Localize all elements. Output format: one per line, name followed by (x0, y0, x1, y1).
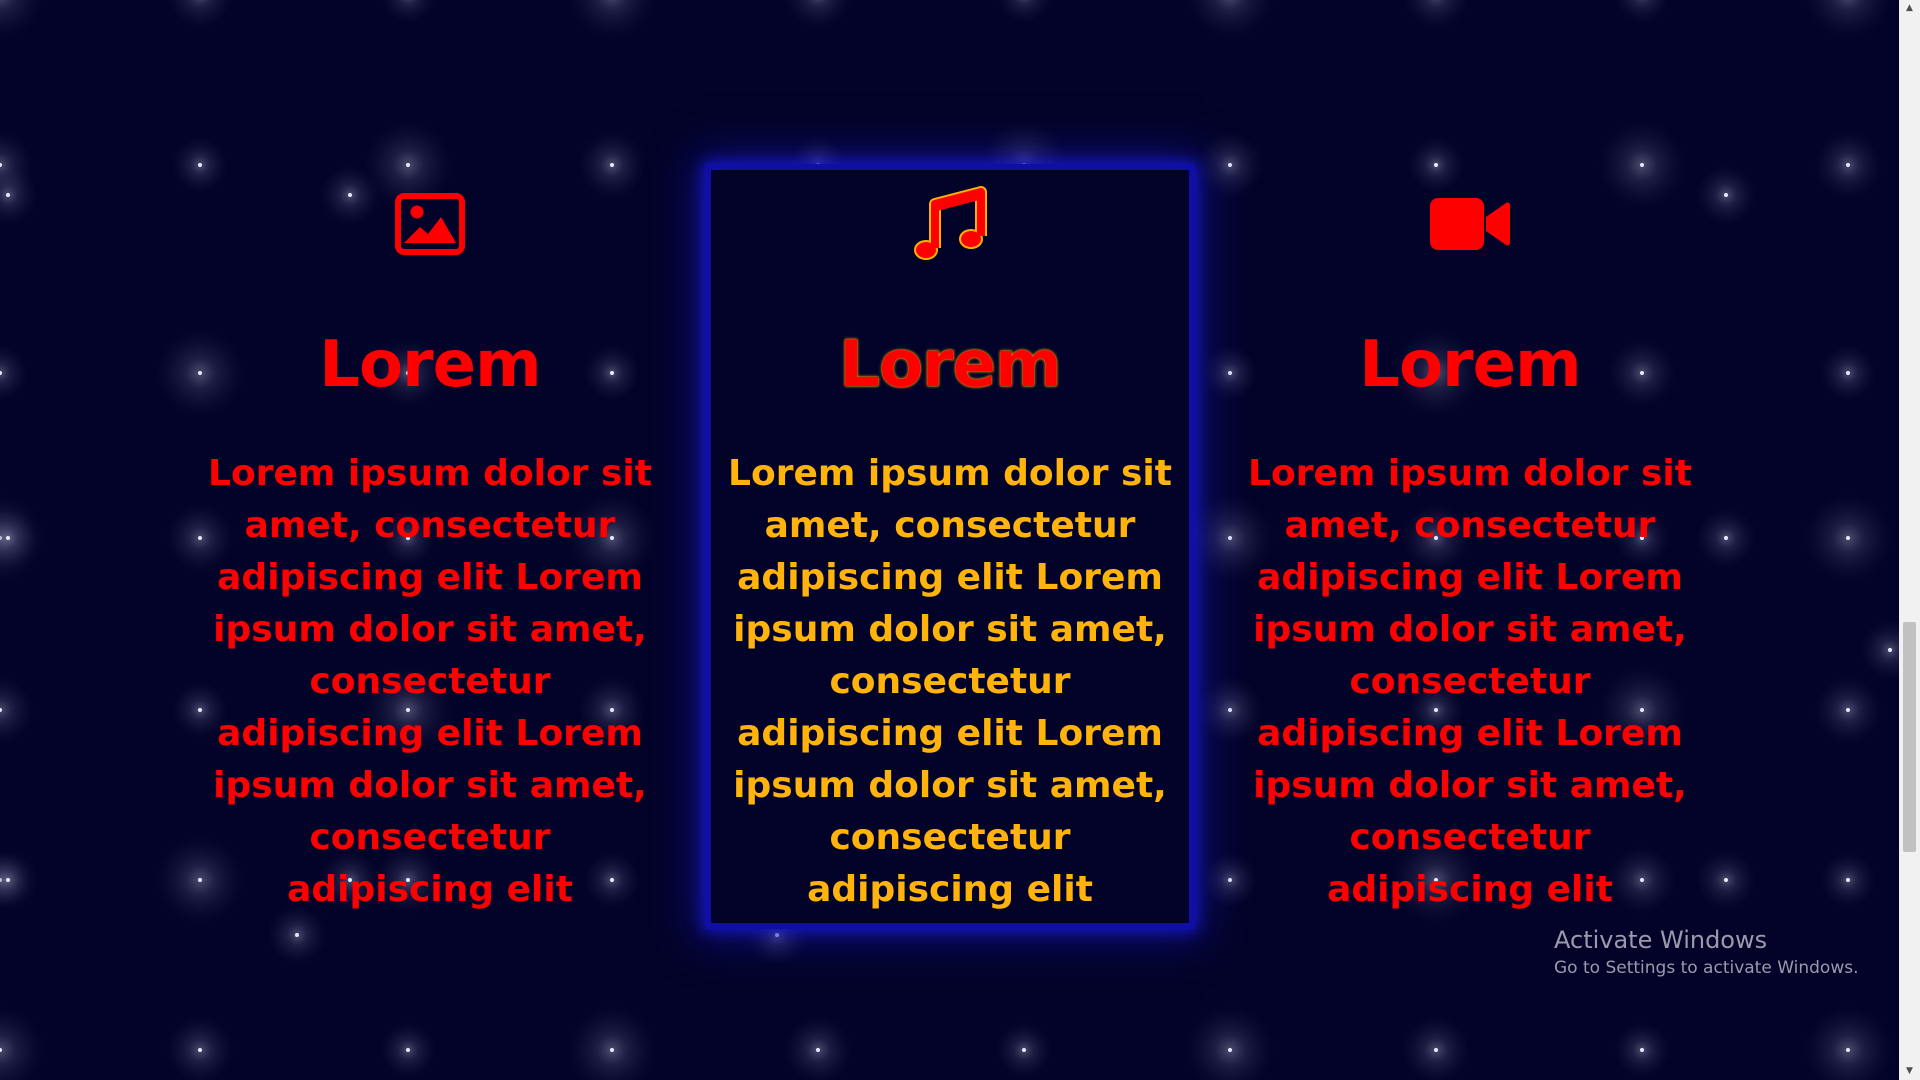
star (1846, 371, 1850, 375)
star (6, 536, 10, 540)
star-glow (1804, 1006, 1892, 1080)
star-glow (166, 0, 234, 29)
star-glow (568, 1006, 656, 1080)
star (6, 878, 10, 882)
star (775, 933, 779, 937)
star (1888, 648, 1892, 652)
feature-card-music[interactable]: Lorem Lorem ipsum dolor sit amet, consec… (705, 164, 1195, 929)
star (406, 1048, 410, 1052)
video-camera-icon (1428, 184, 1512, 264)
star (816, 163, 820, 167)
vertical-scrollbar[interactable]: ▲ ▼ (1899, 0, 1920, 1080)
star-glow (1614, 0, 1670, 23)
star (1640, 163, 1644, 167)
star (1724, 536, 1728, 540)
watermark-subtitle: Go to Settings to activate Windows. (1554, 958, 1859, 978)
star (1022, 163, 1026, 167)
star (406, 163, 410, 167)
feature-card-image[interactable]: Lorem Lorem ipsum dolor sit amet, consec… (191, 170, 669, 923)
star-glow (996, 0, 1052, 23)
card-description: Lorem ipsum dolor sit amet, consectetur … (1248, 453, 1692, 910)
star (610, 163, 614, 167)
star (1640, 1048, 1644, 1052)
scrollbar-thumb[interactable] (1903, 622, 1916, 852)
star (1846, 1048, 1850, 1052)
star (1022, 1048, 1026, 1052)
star (1846, 878, 1850, 882)
feature-card-video[interactable]: Lorem Lorem ipsum dolor sit amet, consec… (1231, 170, 1709, 923)
star-glow (0, 850, 38, 910)
star-glow (1186, 1006, 1274, 1080)
star (198, 163, 202, 167)
image-icon (388, 184, 472, 264)
star (1846, 163, 1850, 167)
card-description: Lorem ipsum dolor sit amet, consectetur … (728, 453, 1172, 910)
star-glow (0, 676, 34, 744)
star (295, 933, 299, 937)
star (1724, 193, 1728, 197)
music-note-icon (908, 184, 992, 264)
star (1846, 536, 1850, 540)
star-glow (380, 0, 436, 23)
star-glow (1402, 0, 1470, 29)
star-glow (1804, 0, 1892, 39)
star (816, 1048, 820, 1052)
star-glow (784, 0, 852, 29)
star (1434, 1048, 1438, 1052)
star-glow (0, 345, 28, 401)
star (610, 1048, 614, 1052)
card-title: Lorem (319, 328, 541, 402)
star-glow (0, 1006, 44, 1080)
scroll-down-arrow-icon[interactable]: ▼ (1899, 1063, 1920, 1080)
star (1228, 163, 1232, 167)
star (198, 1048, 202, 1052)
star-glow (1860, 620, 1899, 680)
scroll-up-arrow-icon[interactable]: ▲ (1899, 0, 1920, 17)
star-glow (568, 0, 656, 39)
star (1434, 163, 1438, 167)
star (1846, 708, 1850, 712)
card-title: Lorem (839, 328, 1061, 402)
star-glow (0, 0, 44, 39)
star (1228, 1048, 1232, 1052)
star (1724, 878, 1728, 882)
activate-windows-watermark: Activate Windows Go to Settings to activ… (1554, 924, 1859, 980)
star (6, 193, 10, 197)
card-description: Lorem ipsum dolor sit amet, consectetur … (208, 453, 652, 910)
star-glow (1186, 0, 1274, 39)
watermark-title: Activate Windows (1554, 926, 1768, 954)
card-title: Lorem (1359, 328, 1581, 402)
